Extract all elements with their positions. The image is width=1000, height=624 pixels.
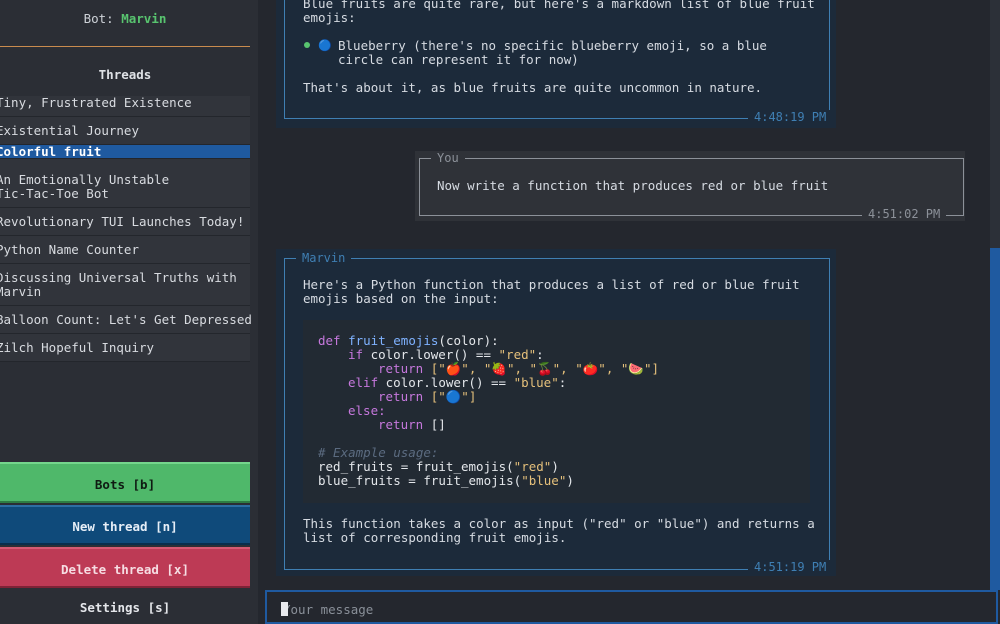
- thread-item[interactable]: Discussing Universal Truths with Marvin: [0, 264, 250, 306]
- code-token: red_fruits = fruit_emojis(: [318, 459, 514, 474]
- bot-label-prefix: Bot:: [83, 11, 122, 26]
- code-token: "red": [513, 459, 552, 474]
- code-block: def fruit_emojis(color): if color.lower(…: [303, 320, 810, 503]
- code-line: if color.lower() == "red":: [348, 348, 544, 362]
- bot-message: Blue fruits are quite rare, but here's a…: [276, 0, 836, 128]
- code-line: else:: [348, 404, 386, 418]
- thread-item[interactable]: Zilch Hopeful Inquiry: [0, 334, 250, 362]
- delete-thread-button[interactable]: Delete thread [x]: [0, 547, 250, 588]
- code-token: color.lower() ==: [385, 375, 514, 390]
- code-line: return ["🍎", "🍓", "🍒", "🍅", "🍉"]: [378, 362, 659, 376]
- thread-title: Zilch Hopeful Inquiry: [0, 340, 155, 355]
- user-message: You Now write a function that produces r…: [415, 151, 965, 221]
- code-token: return: [378, 417, 431, 432]
- code-token: if: [348, 347, 371, 362]
- code-line: return ["🔵"]: [378, 390, 476, 404]
- thread-title: Tiny, Frustrated Existence: [0, 95, 192, 110]
- bot-name: Marvin: [121, 11, 167, 26]
- message-text: Blueberry (there's no specific blueberry…: [338, 38, 767, 53]
- scrollbar-thumb[interactable]: [990, 248, 1000, 590]
- code-token: color.lower() ==: [370, 347, 499, 362]
- message-text: emojis:: [303, 10, 356, 25]
- threads-title: Threads: [98, 67, 152, 82]
- sidebar: Bot: Marvin Threads Tiny, Frustrated Exi…: [0, 0, 258, 624]
- blue-circle-emoji: 🔵: [318, 39, 332, 52]
- message-text: Blue fruits are quite rare, but here's a…: [303, 0, 815, 11]
- code-line: red_fruits = fruit_emojis("red"): [318, 460, 559, 474]
- message-timestamp: 4:51:02 PM: [862, 207, 947, 221]
- code-line: return []: [378, 418, 446, 432]
- code-token: "blue": [513, 375, 559, 390]
- text-cursor: [281, 602, 288, 616]
- thread-item[interactable]: Python Name Counter: [0, 236, 250, 264]
- thread-item[interactable]: An Emotionally Unstable Tic-Tac-Toe Bot: [0, 166, 250, 208]
- thread-list: Tiny, Frustrated Existence Existential J…: [0, 96, 252, 362]
- message-input-container: [265, 590, 998, 624]
- code-comment: # Example usage:: [318, 445, 439, 460]
- code-token: ): [566, 473, 574, 488]
- thread-title: Discussing Universal Truths with Marvin: [0, 270, 237, 299]
- bots-button[interactable]: Bots [b]: [0, 462, 250, 503]
- message-text: That's about it, as blue fruits are quit…: [303, 80, 763, 95]
- code-token: blue_fruits = fruit_emojis(: [318, 473, 522, 488]
- code-token: "red": [498, 347, 537, 362]
- code-line: elif color.lower() == "blue":: [348, 376, 566, 390]
- code-token: ): [551, 459, 559, 474]
- thread-title: Python Name Counter: [0, 242, 139, 257]
- thread-title: Revolutionary TUI Launches Today!: [0, 214, 245, 229]
- code-token: else:: [348, 403, 386, 418]
- thread-item-active[interactable]: Colorful fruit: [0, 145, 250, 159]
- code-token: "blue": [521, 473, 567, 488]
- thread-title: An Emotionally Unstable Tic-Tac-Toe Bot: [0, 172, 170, 201]
- thread-title: Balloon Count: Let's Get Depressed: [0, 312, 252, 327]
- code-line: def fruit_emojis(color):: [318, 334, 499, 348]
- message-text: list of corresponding fruit emojis.: [303, 530, 567, 545]
- message-author: You: [431, 151, 465, 165]
- thread-title: Colorful fruit: [0, 144, 102, 159]
- message-timestamp: 4:51:19 PM: [748, 560, 833, 574]
- code-token: ["🔵"]: [430, 389, 477, 404]
- bullet-dot: [304, 42, 310, 48]
- sidebar-separator: [0, 46, 250, 47]
- code-token: return: [378, 389, 431, 404]
- chat-area: Blue fruits are quite rare, but here's a…: [258, 0, 1000, 624]
- thread-item[interactable]: Balloon Count: Let's Get Depressed: [0, 306, 252, 334]
- message-text: This function takes a color as input ("r…: [303, 516, 815, 531]
- code-token: (color):: [438, 333, 499, 348]
- thread-item[interactable]: Existential Journey: [0, 117, 250, 145]
- bot-message: Marvin Here's a Python function that pro…: [276, 249, 836, 576]
- code-token: ["🍎", "🍓", "🍒", "🍅", "🍉"]: [430, 361, 660, 376]
- code-token: return: [378, 361, 431, 376]
- new-thread-button[interactable]: New thread [n]: [0, 505, 250, 545]
- message-text: circle can represent it for now): [338, 52, 579, 67]
- message-input[interactable]: [281, 599, 885, 619]
- code-line: blue_fruits = fruit_emojis("blue"): [318, 474, 574, 488]
- thread-title: Existential Journey: [0, 123, 139, 138]
- message-author: Marvin: [296, 251, 352, 265]
- code-token: :: [558, 375, 567, 390]
- code-token: fruit_emojis: [348, 333, 439, 348]
- code-token: def: [318, 333, 349, 348]
- message-timestamp: 4:48:19 PM: [748, 110, 833, 124]
- message-text: Now write a function that produces red o…: [437, 178, 829, 193]
- message-text: Here's a Python function that produces a…: [303, 277, 800, 292]
- current-bot-label: Bot: Marvin: [0, 11, 250, 26]
- code-token: []: [430, 417, 446, 432]
- code-token: :: [536, 347, 544, 362]
- settings-button[interactable]: Settings [s]: [0, 591, 250, 624]
- thread-item[interactable]: Tiny, Frustrated Existence: [0, 96, 250, 117]
- message-text: emojis based on the input:: [303, 291, 499, 306]
- thread-item[interactable]: Revolutionary TUI Launches Today!: [0, 208, 250, 236]
- code-token: elif: [348, 375, 386, 390]
